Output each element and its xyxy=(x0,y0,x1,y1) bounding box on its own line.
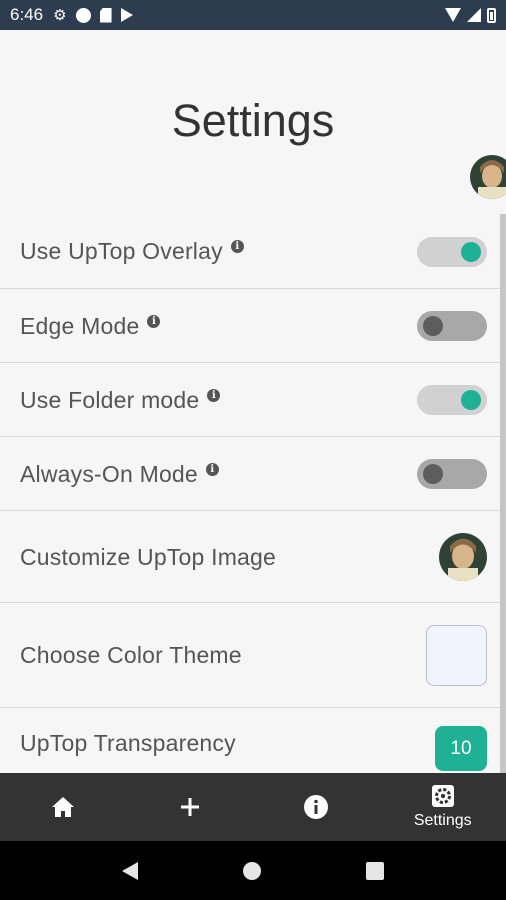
setting-row-transparency[interactable]: UpTop Transparency 10 xyxy=(0,708,500,778)
setting-label: UpTop Transparency xyxy=(20,730,236,756)
uptop-image-avatar[interactable] xyxy=(439,533,487,581)
setting-row-overlay[interactable]: Use UpTop Overlay i xyxy=(0,214,500,289)
info-icon[interactable]: i xyxy=(205,462,219,476)
status-time: 6:46 xyxy=(10,5,44,24)
info-icon[interactable]: i xyxy=(207,388,221,402)
nav-home[interactable] xyxy=(0,773,127,841)
bottom-nav: Settings xyxy=(0,773,506,841)
status-bar: 6:46 ⚙ xyxy=(0,0,506,30)
toggle-knob xyxy=(461,390,481,410)
battery-icon xyxy=(487,7,496,23)
gear-icon: ⚙ xyxy=(53,6,67,24)
status-icons-left: ⚙ xyxy=(53,6,133,24)
nav-info[interactable] xyxy=(253,773,380,841)
home-button-icon[interactable] xyxy=(242,861,261,880)
circle-icon xyxy=(75,7,91,23)
info-icon xyxy=(304,795,329,819)
play-store-icon xyxy=(120,8,133,22)
profile-avatar[interactable] xyxy=(470,155,506,199)
toggle-knob xyxy=(423,316,443,336)
setting-row-always-on[interactable]: Always-On Mode i xyxy=(0,437,500,511)
setting-label: Always-On Mode i xyxy=(20,461,219,488)
folder-mode-toggle[interactable] xyxy=(417,385,487,415)
setting-row-color-theme[interactable]: Choose Color Theme xyxy=(0,603,500,708)
toggle-knob xyxy=(423,464,443,484)
nav-add[interactable] xyxy=(127,773,254,841)
signal-icon xyxy=(467,8,481,22)
plus-icon xyxy=(180,798,199,816)
status-icons-right xyxy=(445,7,496,23)
wifi-icon xyxy=(445,8,461,22)
recents-icon[interactable] xyxy=(365,861,384,880)
always-on-toggle[interactable] xyxy=(417,459,487,489)
page-title: Settings xyxy=(171,95,335,146)
setting-row-edge-mode[interactable]: Edge Mode i xyxy=(0,289,500,363)
setting-label: Use Folder mode i xyxy=(20,387,221,414)
system-nav-bar xyxy=(0,841,506,900)
edge-mode-toggle[interactable] xyxy=(417,311,487,341)
nav-settings[interactable]: Settings xyxy=(380,773,506,841)
transparency-value-badge[interactable]: 10 xyxy=(435,726,487,771)
settings-list: Use UpTop Overlay i Edge Mode i Use Folder… xyxy=(0,214,500,778)
info-icon[interactable]: i xyxy=(147,314,161,328)
scrollbar[interactable] xyxy=(500,214,506,774)
setting-label: Use UpTop Overlay i xyxy=(20,238,244,265)
setting-row-customize-image[interactable]: Customize UpTop Image xyxy=(0,511,500,603)
toggle-knob xyxy=(461,241,481,262)
nav-settings-label: Settings xyxy=(413,812,472,829)
setting-row-folder-mode[interactable]: Use Folder mode i xyxy=(0,363,500,437)
setting-label: Customize UpTop Image xyxy=(20,543,277,570)
home-icon xyxy=(52,797,75,817)
back-icon[interactable] xyxy=(122,861,139,880)
info-icon[interactable]: i xyxy=(230,240,244,253)
settings-gear-icon xyxy=(431,785,454,807)
setting-label: Choose Color Theme xyxy=(20,642,242,668)
setting-label: Edge Mode i xyxy=(20,313,161,340)
color-theme-swatch[interactable] xyxy=(426,625,487,686)
overlay-toggle[interactable] xyxy=(417,236,487,267)
sd-card-icon xyxy=(99,7,112,23)
